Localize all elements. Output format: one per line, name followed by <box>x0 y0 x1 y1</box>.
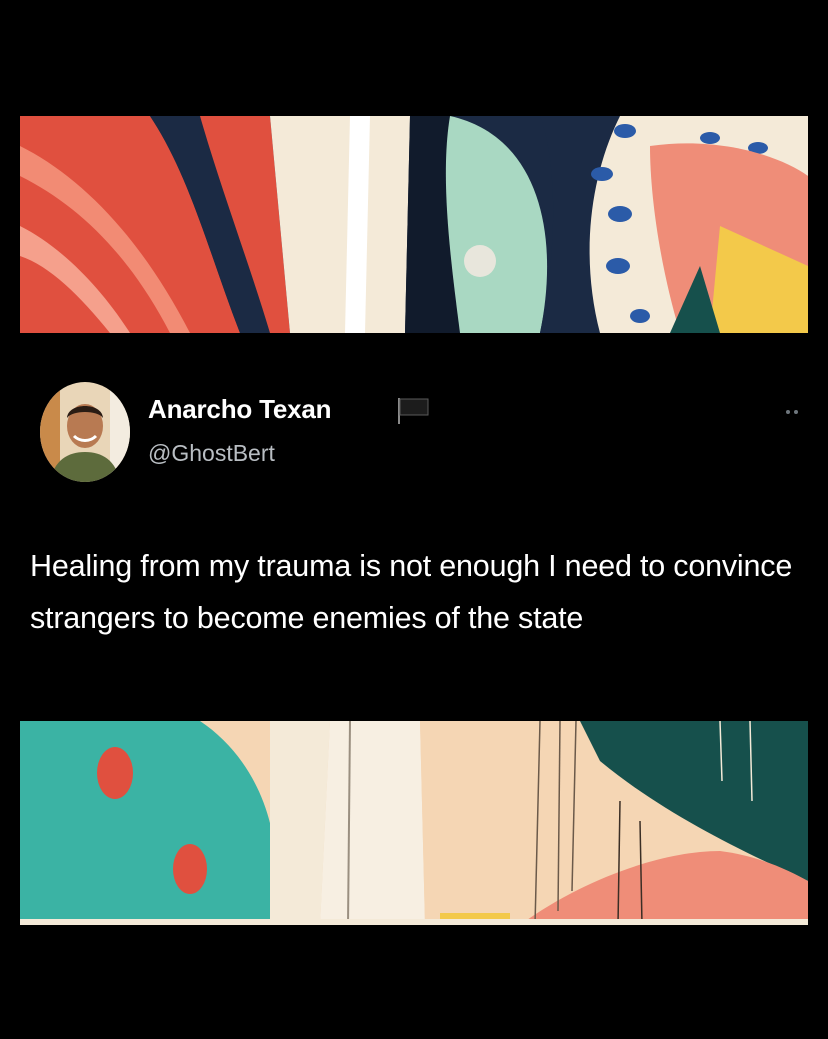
avatar[interactable] <box>40 382 130 482</box>
more-dots-icon[interactable] <box>784 404 804 414</box>
author-name[interactable]: Anarcho Texan <box>148 394 332 425</box>
author-handle[interactable]: @GhostBert <box>148 440 275 467</box>
tweet-text: Healing from my trauma is not enough I n… <box>30 549 793 635</box>
black-flag-icon <box>396 396 430 426</box>
mural-art-bottom <box>20 721 808 925</box>
tweet-header: Anarcho Texan @GhostBert <box>40 382 800 486</box>
mural-art-top <box>20 116 808 333</box>
